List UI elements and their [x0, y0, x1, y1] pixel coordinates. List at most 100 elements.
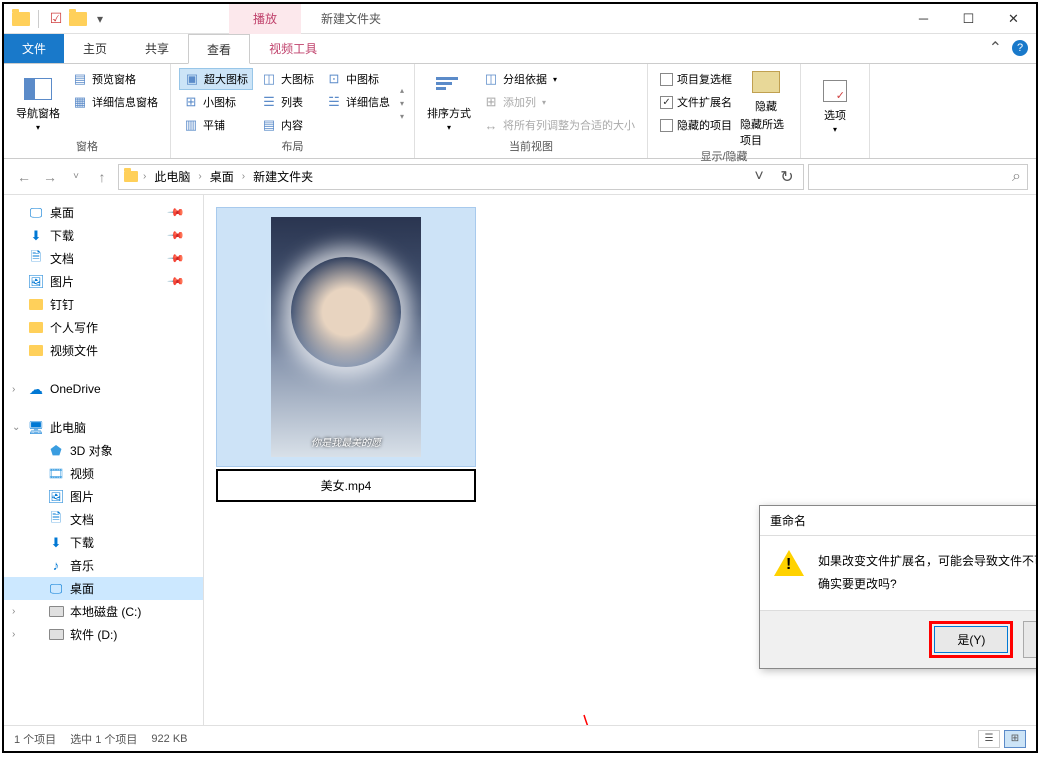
options-button[interactable]: 选项 ▾	[809, 68, 861, 142]
properties-icon[interactable]: ☑	[47, 10, 65, 28]
no-button[interactable]: 否(N)	[1023, 621, 1036, 658]
picture-icon: 🖼	[48, 489, 64, 505]
back-button[interactable]: ←	[12, 165, 36, 189]
sidebar-item-this-pc[interactable]: ⌄🖥此电脑	[4, 416, 203, 439]
search-input[interactable]	[815, 170, 1012, 184]
expand-icon[interactable]: ›	[12, 384, 15, 395]
sidebar-item-dingding[interactable]: 钉钉	[4, 293, 203, 316]
sidebar-item-onedrive[interactable]: ›☁OneDrive	[4, 378, 203, 400]
nav-pane-button[interactable]: 导航窗格 ▾	[12, 68, 64, 138]
file-name-edit[interactable]: 美女.mp4	[216, 469, 476, 502]
qat-dropdown-icon[interactable]: ▾	[91, 10, 109, 28]
tab-file[interactable]: 文件	[4, 34, 64, 63]
sidebar-item-documents[interactable]: 🗎文档📌	[4, 247, 203, 270]
navigation-pane: 🖵桌面📌 ⬇下载📌 🗎文档📌 🖼图片📌 钉钉 个人写作 视频文件 ›☁OneDr…	[4, 195, 204, 725]
address-bar-row: ← → ˅ ↑ › 此电脑 › 桌面 › 新建文件夹 ˅ ↻ ⌕	[4, 159, 1036, 195]
list-button[interactable]: ☰列表	[257, 91, 318, 113]
file-item[interactable]: 你是我最美的愿 美女.mp4	[216, 207, 476, 502]
hide-selected-button[interactable]: 隐藏 隐藏所选项目	[740, 68, 792, 148]
layout-scroll-down-icon[interactable]: ▾	[398, 97, 406, 110]
yes-button[interactable]: 是(Y)	[934, 626, 1008, 653]
address-dropdown-icon[interactable]: ˅	[747, 165, 771, 189]
help-icon[interactable]: ?	[1012, 40, 1028, 56]
nav-pane-label: 导航窗格	[16, 105, 60, 121]
sidebar-item-music[interactable]: ♪音乐	[4, 554, 203, 577]
close-button[interactable]: ✕	[991, 4, 1036, 34]
address-bar[interactable]: › 此电脑 › 桌面 › 新建文件夹 ˅ ↻	[118, 164, 804, 190]
details-pane-button[interactable]: ▦详细信息窗格	[68, 91, 162, 113]
group-by-button[interactable]: ◫分组依据▾	[479, 68, 639, 90]
sidebar-item-3d[interactable]: ⬟3D 对象	[4, 439, 203, 462]
chevron-right-icon[interactable]: ›	[141, 169, 148, 184]
extra-large-icons-button[interactable]: ▣超大图标	[179, 68, 253, 90]
minimize-button[interactable]: ─	[901, 4, 946, 34]
file-list-area[interactable]: 你是我最美的愿 美女.mp4 修改后缀名 重命名 如果改变文件扩展名，可能会导致…	[204, 195, 1036, 725]
maximize-button[interactable]: ☐	[946, 4, 991, 34]
contextual-tab-label: 播放	[229, 4, 301, 34]
sort-by-button[interactable]: 排序方式 ▾	[423, 68, 475, 138]
item-checkboxes-toggle[interactable]: 项目复选框	[656, 68, 736, 90]
expand-icon[interactable]: ›	[12, 629, 15, 640]
layout-more-icon[interactable]: ▾	[398, 110, 406, 123]
sidebar-item-documents-pc[interactable]: 🗎文档	[4, 508, 203, 531]
video-icon: 🎞	[48, 466, 64, 482]
recent-dropdown[interactable]: ˅	[64, 165, 88, 189]
chevron-right-icon[interactable]: ›	[240, 169, 247, 184]
size-columns-button[interactable]: ↔将所有列调整为合适的大小	[479, 114, 639, 136]
sidebar-item-desktop-pc[interactable]: 🖵桌面	[4, 577, 203, 600]
collapse-icon[interactable]: ⌄	[12, 422, 20, 433]
sidebar-item-drive-c[interactable]: ›本地磁盘 (C:)	[4, 600, 203, 623]
sidebar-item-desktop[interactable]: 🖵桌面📌	[4, 201, 203, 224]
large-icons-icon: ◫	[261, 71, 277, 87]
tab-view[interactable]: 查看	[188, 34, 250, 64]
layout-group-label: 布局	[179, 138, 406, 154]
sidebar-item-videos[interactable]: 🎞视频	[4, 462, 203, 485]
search-box[interactable]: ⌕	[808, 164, 1028, 190]
onedrive-icon: ☁	[28, 381, 44, 397]
picture-icon: 🖼	[28, 274, 44, 290]
content-button[interactable]: ▤内容	[257, 114, 318, 136]
thumbnails-view-button[interactable]: ⊞	[1004, 730, 1026, 748]
chevron-right-icon[interactable]: ›	[196, 169, 203, 184]
pin-icon: 📌	[167, 272, 186, 291]
search-icon[interactable]: ⌕	[1012, 168, 1021, 186]
layout-scroll-up-icon[interactable]: ▴	[398, 84, 406, 97]
sidebar-item-pictures-pc[interactable]: 🖼图片	[4, 485, 203, 508]
up-button[interactable]: ↑	[90, 165, 114, 189]
sidebar-item-video-files[interactable]: 视频文件	[4, 339, 203, 362]
file-ext-toggle[interactable]: ✓文件扩展名	[656, 91, 736, 113]
preview-pane-button[interactable]: ▤预览窗格	[68, 68, 162, 90]
details-button[interactable]: ☱详细信息	[322, 91, 394, 113]
small-icons-button[interactable]: ⊞小图标	[179, 91, 253, 113]
breadcrumb-desktop[interactable]: 桌面	[206, 168, 238, 185]
download-icon: ⬇	[48, 535, 64, 551]
forward-button[interactable]: →	[38, 165, 62, 189]
extra-large-icon: ▣	[184, 71, 200, 87]
dialog-message-2: 确实要更改吗?	[818, 573, 1036, 596]
checkbox-checked-icon: ✓	[660, 96, 673, 109]
sidebar-item-downloads[interactable]: ⬇下载📌	[4, 224, 203, 247]
medium-icons-button[interactable]: ⊡中图标	[322, 68, 394, 90]
expand-icon[interactable]: ›	[12, 606, 15, 617]
tab-share[interactable]: 共享	[126, 34, 188, 63]
breadcrumb-this-pc[interactable]: 此电脑	[150, 168, 194, 185]
dialog-message-1: 如果改变文件扩展名，可能会导致文件不可用。	[818, 550, 1036, 573]
tab-home[interactable]: 主页	[64, 34, 126, 63]
sidebar-item-writing[interactable]: 个人写作	[4, 316, 203, 339]
add-columns-button[interactable]: ⊞添加列▾	[479, 91, 639, 113]
breadcrumb-folder[interactable]: 新建文件夹	[249, 168, 317, 185]
details-icon: ☱	[326, 94, 342, 110]
new-folder-icon[interactable]	[69, 10, 87, 28]
download-icon: ⬇	[28, 228, 44, 244]
sidebar-item-pictures[interactable]: 🖼图片📌	[4, 270, 203, 293]
tab-video-tools[interactable]: 视频工具	[250, 34, 336, 63]
collapse-ribbon-icon[interactable]: ⌃	[989, 38, 1002, 58]
refresh-button[interactable]: ↻	[775, 165, 799, 189]
sidebar-item-downloads-pc[interactable]: ⬇下载	[4, 531, 203, 554]
sidebar-item-drive-d[interactable]: ›软件 (D:)	[4, 623, 203, 646]
large-icons-button[interactable]: ◫大图标	[257, 68, 318, 90]
tiles-button[interactable]: ▥平铺	[179, 114, 253, 136]
hidden-items-toggle[interactable]: 隐藏的项目	[656, 114, 736, 136]
details-view-button[interactable]: ☰	[978, 730, 1000, 748]
video-subtitle: 你是我最美的愿	[271, 434, 421, 449]
